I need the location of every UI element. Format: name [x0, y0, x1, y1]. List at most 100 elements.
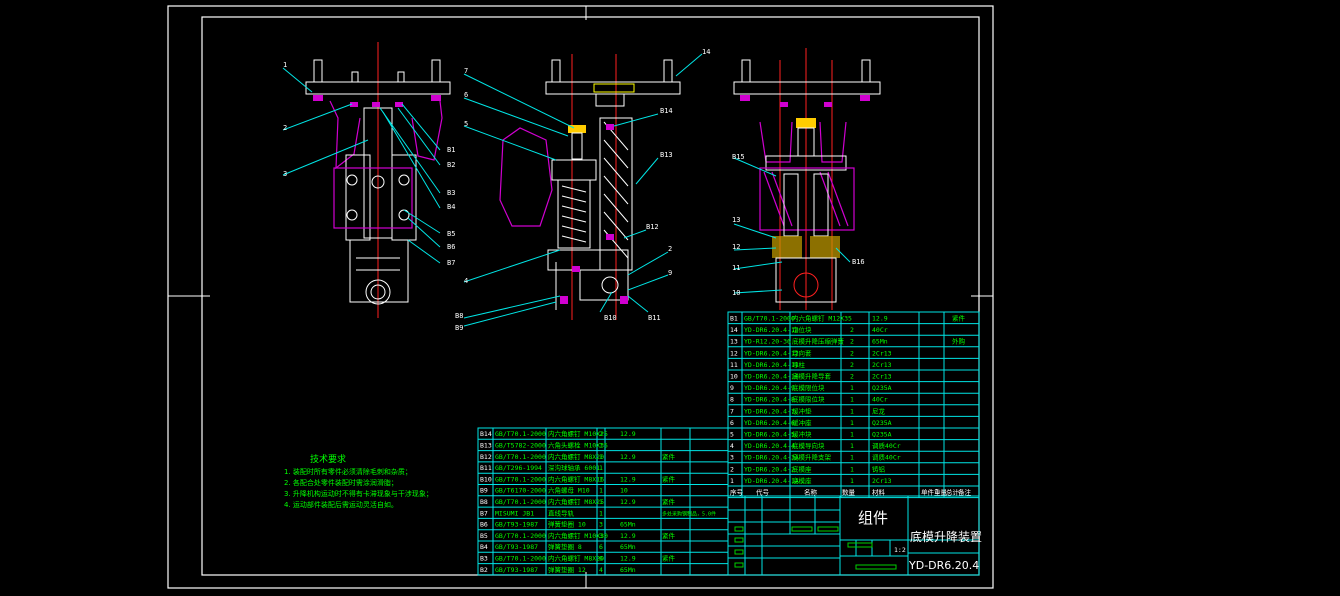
bom-cell: GB/T70.1-2000: [744, 315, 795, 323]
callout-4: 4: [464, 277, 468, 285]
bom-row: B12 GB/T70.1-2000 内六角螺钉 M8X201 12.9 紧件: [480, 452, 676, 461]
bom-cell: 导向套: [792, 348, 812, 357]
bom-cell: 7: [730, 407, 734, 415]
bom-row: 13 YD-R12.20-36 底模升降压缩弹簧 2 65Mn 外购: [730, 337, 966, 346]
bom-cell: 13: [730, 338, 738, 346]
drawing-number: YD-DR6.20.4: [908, 559, 979, 572]
bom-cell: YD-DR6.20.4-9: [744, 384, 795, 392]
bom-cell: B11: [480, 464, 492, 472]
bom-table-left: B14 GB/T70.1-2000 内六角螺钉 M10X252 12.9B13 GB/T…: [477, 427, 729, 576]
bom-row: B7 MISUMI JB1 直线导轨 1 多处采购钢制品，5.0件: [480, 508, 716, 517]
bom-cell: 紧件: [662, 452, 676, 461]
bom-cell: 2: [730, 465, 734, 473]
bom-cell: 1: [850, 465, 854, 473]
bom-cell: 尼龙: [872, 406, 886, 415]
drawing-title: 底模升降装置: [910, 529, 982, 544]
bom-cell: Q235A: [872, 431, 892, 439]
bom-cell: YD-DR6.20.4-6: [744, 419, 795, 427]
callout-6: 6: [464, 91, 468, 99]
bom-cell: YD-DR6.20.4-5: [744, 431, 795, 439]
bom-row: 3 YD-DR6.20.4-3A底模升降支架 1 调质40Cr: [730, 453, 901, 462]
section-view: 7 6 5 4 B8 B9 B10 B11 B14 B13 B12 2 9 14: [455, 48, 710, 332]
bom-cell: 12.9: [620, 475, 636, 483]
callout-1: 1: [283, 61, 287, 69]
tech-req-line-3: 3. 升降机构运动时不得有卡滞现象与干涉现象；: [284, 489, 433, 498]
bom-cell: 6: [730, 419, 734, 427]
bom-cell: GB/T70.1-2000: [495, 430, 546, 438]
bom-cell: 调质40Cr: [872, 453, 901, 462]
bom-cell: 1: [850, 477, 854, 485]
bom-cell: B14: [480, 430, 492, 438]
callout-5: 5: [464, 120, 468, 128]
bom-cell: GB/T93-1987: [495, 521, 538, 529]
callout-B11: B11: [648, 314, 661, 322]
bom-row: 2 YD-DR6.20.4-2底模座 1 铸铝: [730, 464, 885, 473]
bom-cell: 2: [850, 361, 854, 369]
bom-cell: 弹簧垫圈 8: [548, 542, 582, 551]
bom-row: B2 GB/T93-1987 弹簧垫圈 12 4 65Mn: [480, 565, 636, 574]
title-block: 组件 底模升降装置 YD-DR6.20.4 1:2: [727, 495, 982, 576]
bom-row: B4 GB/T93-1987 弹簧垫圈 8 6 65Mn: [480, 542, 636, 551]
bom-cell: 缓冲块: [792, 430, 812, 439]
bom-cell: 1: [599, 453, 603, 461]
bom-cell: Q235A: [872, 384, 892, 392]
bom-cell: 紧件: [662, 531, 676, 540]
bom-cell: 内六角螺钉 M12X35: [792, 314, 852, 323]
bom-cell: 3: [599, 532, 603, 540]
bom-cell: 2: [599, 430, 603, 438]
callout-B2: B2: [447, 161, 455, 169]
bom-cell: 1: [599, 475, 603, 483]
bom-row: 6 YD-DR6.20.4-6缓冲座 1 Q235A: [730, 418, 892, 427]
bom-cell: 底模升降导套: [792, 372, 832, 381]
side-view: B15 13 12 11 10 B16: [732, 48, 881, 310]
bom-cell: 内六角螺钉 M8X20: [548, 554, 604, 563]
bom-header-cell: 代号: [756, 488, 770, 497]
bom-cell: 多处采购钢制品，5.0件: [662, 510, 716, 517]
bom-row: 9 YD-DR6.20.4-9底模限位块 1 Q235A: [730, 383, 892, 392]
bom-cell: GB/T296-1994: [495, 464, 542, 472]
bom-row: B1 GB/T70.1-2000内六角螺钉 M12X35 12.9 紧件: [730, 314, 966, 323]
bom-cell: 12.9: [620, 532, 636, 540]
bom-cell: 直线导轨: [548, 508, 575, 517]
bom-cell: 65Mn: [620, 566, 636, 574]
bom-cell: 六角螺母 M10: [548, 486, 590, 495]
callout-B12: B12: [646, 223, 659, 231]
bom-header-cell: 数量: [842, 488, 856, 497]
bom-cell: 12.9: [872, 315, 888, 323]
bom-cell: 11: [730, 361, 738, 369]
bom-cell: GB/T70.1-2000: [495, 532, 546, 540]
bom-cell: 2Cr13: [872, 349, 892, 357]
bom-cell: YD-DR6.20.4-3A: [744, 454, 799, 462]
bom-cell: 65Mn: [620, 521, 636, 529]
bom-cell: 调质40Cr: [872, 441, 901, 450]
bom-cell: 2: [850, 349, 854, 357]
bom-cell: B10: [480, 475, 492, 483]
bom-header-cell: 序号: [730, 488, 744, 497]
bom-cell: GB/T5782-2000: [495, 442, 546, 450]
callout-B4: B4: [447, 203, 455, 211]
front-view: 1 2 3 B1 B2 B3 B4 B5 B6 B7: [282, 42, 455, 318]
callout-B3: B3: [447, 189, 455, 197]
bom-cell: GB/T93-1987: [495, 566, 538, 574]
bom-cell: MISUMI JB1: [495, 509, 534, 517]
bom-cell: 内六角螺钉 M8X16: [548, 474, 604, 483]
bom-cell: 14: [730, 326, 738, 334]
bom-cell: 紧件: [952, 314, 966, 323]
bom-cell: YD-DR6.20.4-11: [744, 361, 799, 369]
bom-cell: 10: [620, 487, 628, 495]
callout-B10: B10: [604, 314, 617, 322]
bom-row: 7 YD-DR6.20.4-7缓冲垫 1 尼龙: [730, 406, 886, 415]
bom-row: 4 YD-DR6.20.4-4底模导向块 1 调质40Cr: [730, 441, 901, 450]
bom-cell: B1: [730, 315, 738, 323]
bom-cell: 12.9: [620, 498, 636, 506]
callout-9: 9: [668, 269, 672, 277]
tech-req-line-1: 1. 装配时所有零件必须清除毛刺和杂质；: [284, 467, 412, 476]
callout-B14: B14: [660, 107, 673, 115]
bom-cell: 65Mn: [620, 543, 636, 551]
bom-cell: 12: [730, 349, 738, 357]
tech-req-line-4: 4. 运动部件装配后需运动灵活自如。: [284, 500, 398, 509]
bom-row: 11 YD-DR6.20.4-11导柱 2 2Cr13: [730, 360, 892, 369]
callout-3: 3: [283, 170, 287, 178]
bom-cell: 2Cr13: [872, 361, 892, 369]
bom-row: B13 GB/T5782-2000 六角头螺栓 M10X351: [480, 441, 608, 450]
